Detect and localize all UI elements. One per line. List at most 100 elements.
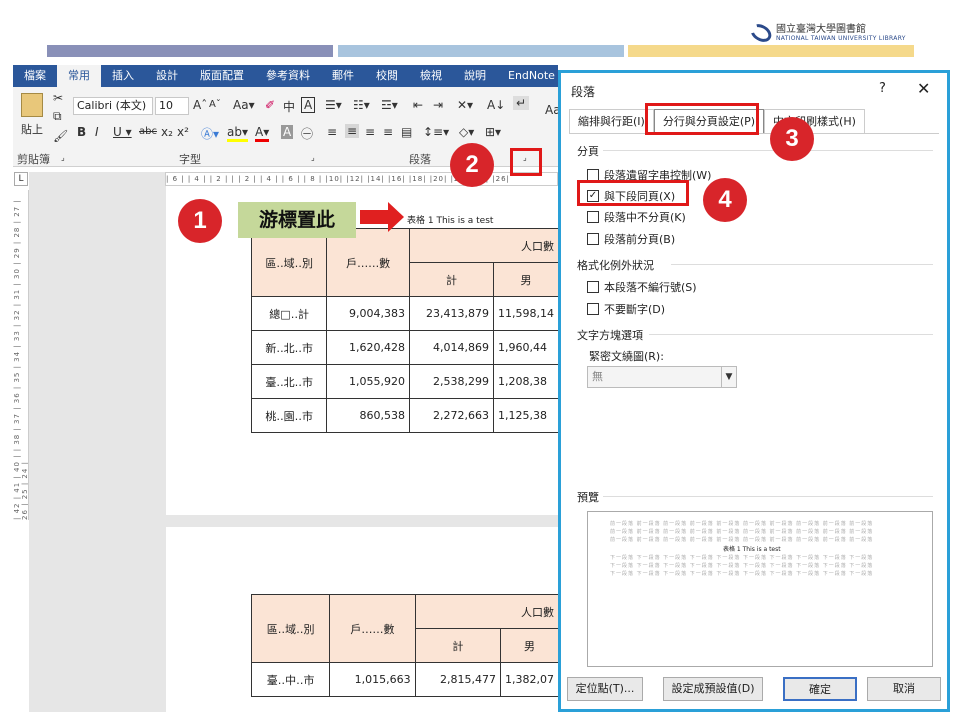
step-4-badge: 4 — [703, 178, 747, 222]
font-color-icon[interactable]: A▾ — [255, 125, 270, 142]
highlight-icon[interactable]: ab▾ — [227, 125, 248, 142]
tab-insert[interactable]: 插入 — [101, 65, 145, 87]
table-caption[interactable]: 表格 1 This is a test — [407, 213, 493, 226]
format-painter-icon[interactable]: 🖌 — [53, 129, 68, 143]
suppress-line-numbers-checkbox[interactable]: 本段落不編行號(S) — [587, 279, 697, 295]
cell-district: 總□‥計 — [250, 296, 328, 331]
underline-icon[interactable]: U ▾ — [113, 125, 132, 139]
cell-male: 1,125,38 — [493, 398, 559, 433]
text-effects-icon[interactable]: Ⓐ▾ — [201, 125, 219, 142]
cell-total: 23,413,879 — [408, 296, 495, 331]
header-bar-1 — [47, 45, 333, 57]
distributed-icon[interactable]: ▤ — [401, 125, 412, 139]
header-bar-2 — [338, 45, 624, 57]
multilevel-list-icon[interactable]: ☲▾ — [381, 98, 398, 112]
section-textbox-options: 文字方塊選項 — [577, 327, 933, 343]
preview-caption: 表格 1 This is a test — [723, 546, 781, 553]
change-case-icon[interactable]: Aa▾ — [233, 98, 255, 112]
sort-icon[interactable]: A↓ — [487, 98, 505, 112]
header-households: 戶‥‥‥數 — [326, 228, 410, 297]
tab-view[interactable]: 檢視 — [409, 65, 453, 87]
cell-district: 桃‥園‥市 — [250, 398, 328, 433]
keep-lines-box[interactable] — [587, 211, 599, 223]
no-hyphenation-checkbox[interactable]: 不要斷字(D) — [587, 301, 665, 317]
enclose-char-icon[interactable]: ㊀ — [301, 125, 313, 142]
help-button[interactable]: ? — [879, 81, 886, 96]
cell-households: 1,055,920 — [326, 364, 410, 399]
paste-icon[interactable] — [21, 93, 43, 117]
paste-button[interactable]: 貼上 — [21, 121, 43, 137]
superscript-icon[interactable]: x² — [177, 125, 189, 139]
align-left-icon[interactable]: ≡ — [327, 125, 337, 139]
show-marks-icon[interactable]: ↵ — [513, 96, 530, 110]
copy-icon[interactable]: ⧉ — [53, 109, 62, 124]
increase-indent-icon[interactable]: ⇥ — [433, 98, 443, 112]
phonetic-guide-icon[interactable]: 中 — [283, 98, 295, 115]
population-table-1: 區‥域‥別 戶‥‥‥數 人口數 計 男 總□‥計 9,004,383 23,41… — [250, 228, 560, 433]
header-population: 人口數 — [408, 228, 560, 263]
tight-wrap-select[interactable]: 無 ▼ — [587, 366, 737, 388]
section-preview: 預覽 — [577, 489, 933, 505]
close-icon[interactable]: ✕ — [917, 79, 930, 98]
font-name-select[interactable]: Calibri (本文) — [73, 97, 153, 115]
chevron-down-icon[interactable]: ▼ — [721, 367, 736, 387]
tab-help[interactable]: 說明 — [453, 65, 497, 87]
tab-indent-spacing[interactable]: 縮排與行距(I) — [569, 109, 654, 133]
bullets-icon[interactable]: ☰▾ — [325, 98, 342, 112]
tab-layout[interactable]: 版面配置 — [189, 65, 255, 87]
paragraph-preview: 前一段落 前一段落 前一段落 前一段落 前一段落 前一段落 前一段落 前一段落 … — [587, 511, 933, 667]
shading-icon[interactable]: ◇▾ — [459, 125, 474, 139]
line-spacing-icon[interactable]: ↕≡▾ — [423, 125, 449, 139]
cell-total: 2,272,663 — [408, 398, 495, 433]
tab-mailings[interactable]: 郵件 — [321, 65, 365, 87]
preview-prev-line: 前一段落 前一段落 前一段落 前一段落 前一段落 前一段落 前一段落 前一段落 … — [610, 521, 874, 527]
shrink-font-icon[interactable]: Aˇ — [209, 99, 221, 110]
align-center-icon[interactable]: ≡ — [345, 124, 360, 138]
tab-review[interactable]: 校閱 — [365, 65, 409, 87]
justify-icon[interactable]: ≡ — [383, 125, 393, 139]
cell-district: 臺‥中‥市 — [250, 662, 331, 697]
horizontal-ruler[interactable]: | 6 | | 4 | | 2 | | | 2 | | 4 | | 6 | | … — [165, 172, 558, 186]
preview-next-line: 下一段落 下一段落 下一段落 下一段落 下一段落 下一段落 下一段落 下一段落 … — [610, 563, 874, 569]
page-break-before-checkbox[interactable]: 段落前分頁(B) — [587, 231, 675, 247]
header-male: 男 — [493, 262, 559, 297]
chinese-layout-icon[interactable]: ✕▾ — [457, 98, 473, 112]
cell-male: 1,960,44 — [493, 330, 559, 365]
tabs-button[interactable]: 定位點(T)... — [567, 677, 643, 701]
cancel-button[interactable]: 取消 — [867, 677, 941, 701]
subscript-icon[interactable]: x₂ — [161, 125, 173, 139]
borders-icon[interactable]: ⊞▾ — [485, 125, 501, 139]
font-size-select[interactable]: 10 — [155, 97, 189, 115]
ok-button[interactable]: 確定 — [783, 677, 857, 701]
table-row: 臺‥北‥市 1,055,920 2,538,299 1,208,38 — [250, 364, 559, 399]
grow-font-icon[interactable]: Aˆ — [193, 98, 207, 112]
align-right-icon[interactable]: ≡ — [365, 125, 375, 139]
char-shading-icon[interactable]: A — [281, 125, 294, 139]
clear-format-icon[interactable]: ✐ — [265, 98, 275, 112]
suppress-line-numbers-box[interactable] — [587, 281, 599, 293]
page-break-box[interactable] — [587, 233, 599, 245]
char-border-icon[interactable]: A — [301, 97, 316, 113]
strikethrough-icon[interactable]: abc — [139, 126, 157, 137]
decrease-indent-icon[interactable]: ⇤ — [413, 98, 423, 112]
cell-total: 4,014,869 — [408, 330, 495, 365]
step-2-badge: 2 — [450, 143, 494, 187]
no-hyphenation-box[interactable] — [587, 303, 599, 315]
keep-lines-together-checkbox[interactable]: 段落中不分頁(K) — [587, 209, 686, 225]
numbering-icon[interactable]: ☷▾ — [353, 98, 370, 112]
italic-icon[interactable]: I — [95, 125, 99, 139]
tab-file[interactable]: 檔案 — [13, 65, 57, 87]
tab-selector-icon[interactable]: L — [14, 172, 28, 186]
tab-references[interactable]: 參考資料 — [255, 65, 321, 87]
bold-icon[interactable]: B — [77, 125, 86, 139]
cut-icon[interactable]: ✂ — [53, 91, 63, 105]
tab-home[interactable]: 常用 — [57, 65, 101, 87]
tab-design[interactable]: 設計 — [145, 65, 189, 87]
logo-subtext: NATIONAL TAIWAN UNIVERSITY LIBRARY — [776, 35, 906, 42]
tight-wrap-label: 緊密文繞圖(R): — [589, 350, 664, 363]
vertical-ruler[interactable]: | 42 | 41 | 40 | | 38 | 37 | 36 | 35 | 3… — [13, 190, 29, 520]
table-row: 桃‥園‥市 860,538 2,272,663 1,125,38 — [250, 398, 559, 433]
clipboard-launcher-icon[interactable]: ⌟ — [61, 153, 65, 162]
set-default-button[interactable]: 設定成預設值(D) — [663, 677, 763, 701]
font-launcher-icon[interactable]: ⌟ — [311, 153, 315, 162]
